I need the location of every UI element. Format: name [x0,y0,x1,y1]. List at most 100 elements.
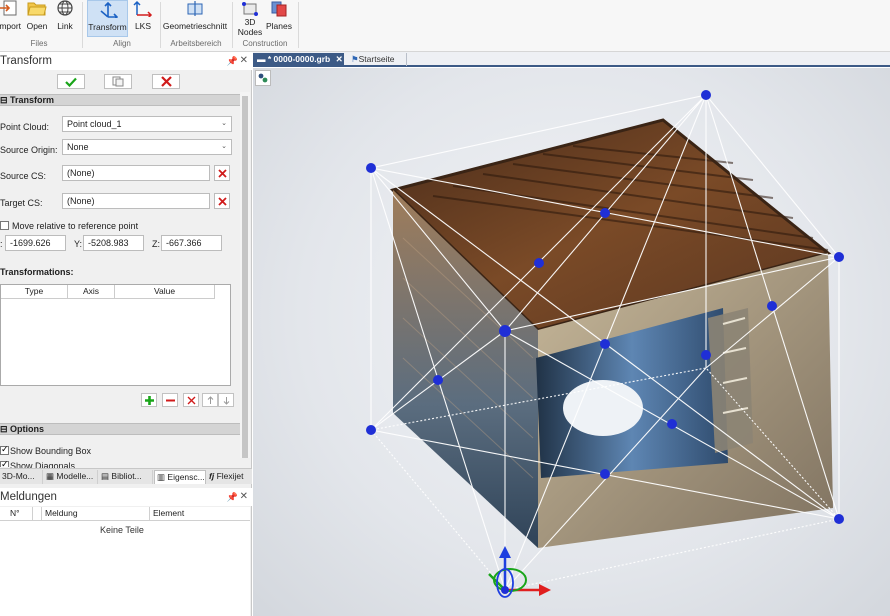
close-icon[interactable]: ✕ [240,488,248,506]
target-cs-label: Target CS: [0,198,43,208]
collapse-icon: ⊟ [0,95,11,105]
geometrieschnitt-button[interactable]: Geometrieschnitt [162,0,228,37]
column-meldung[interactable]: Meldung [42,507,150,521]
handle-mid-left [433,375,443,385]
tab-flexijet[interactable]: fj Flexijet [207,470,252,484]
copy-button[interactable] [104,74,132,89]
arrow-down-icon [223,396,229,405]
handle-bottom-right [667,419,677,429]
import-icon [0,0,17,16]
clear-target-cs-button[interactable] [214,193,230,209]
clear-source-cs-button[interactable] [214,165,230,181]
transform-section-header[interactable]: ⊟ Transform [0,94,240,106]
handle-top-right [834,252,844,262]
document-icon: ▬ [257,54,268,64]
tab-flexijet-label: Flexijet [216,471,244,481]
transformations-grid[interactable]: Type Axis Value [0,284,231,386]
show-diagonals-checkbox[interactable] [0,459,9,470]
transform-button[interactable]: Transform [87,0,128,37]
tab-startseite[interactable]: ⚑Startseite [347,53,407,66]
tab-document-grb[interactable]: ▬ * 0000-0000.grb ✕ [253,53,344,66]
tab-bibliothek[interactable]: ▤ Bibliot... [99,470,153,484]
remove-transformation-button[interactable] [162,393,178,407]
move-down-button[interactable] [218,393,234,407]
source-origin-select[interactable]: None ⌄ [62,139,232,155]
handle-mid-right [701,350,711,360]
grid-column-axis[interactable]: Axis [68,285,115,299]
y-value: -5208.983 [88,238,129,248]
show-bounding-box-checkbox[interactable] [0,444,9,455]
tab-modelle-label: Modelle... [56,471,94,481]
messages-panel-title: Meldungen [0,491,57,503]
ok-button[interactable] [57,74,85,89]
handle-mid-front [600,339,610,349]
left-panel: Transform 📌 ✕ ⊟ Transform Point Cloud: P… [0,52,252,616]
3d-nodes-button[interactable]: 3D Nodes [236,0,264,37]
document-tab-strip: ▬ * 0000-0000.grb ✕ ⚑Startseite [253,52,890,67]
grid-column-type[interactable]: Type [1,285,68,299]
tab-modelle[interactable]: ▦ Modelle... [44,470,98,484]
handle-edge-right [767,301,777,311]
handle-top-back [701,90,711,100]
close-icon[interactable]: ✕ [240,52,248,70]
point-cloud-select[interactable]: Point cloud_1 ⌄ [62,116,232,132]
tab-3d-models-label: 3D-Mo... [2,471,35,481]
arrow-up-icon [207,395,213,404]
z-label: Z: [152,239,160,249]
open-button[interactable]: Open [24,0,50,37]
source-cs-value: (None) [67,168,95,178]
x-value: -1699.626 [10,238,51,248]
transform-section-title: Transform [10,95,55,105]
source-origin-label: Source Origin: [0,145,58,155]
point-cloud-scene[interactable] [253,68,890,616]
cancel-button[interactable] [152,74,180,89]
messages-table[interactable]: N° Meldung Element Keine Teile [0,507,250,616]
add-transformation-button[interactable] [141,393,157,407]
tab-eigenschaften[interactable]: ▥ Eigensc... [154,470,206,484]
move-relative-checkbox[interactable] [0,221,9,230]
column-number[interactable]: N° [0,507,33,521]
import-label: Import [0,21,22,31]
3d-viewport[interactable] [253,68,890,616]
collapse-icon: ⊟ [0,424,11,434]
target-cs-value: (None) [67,196,95,206]
close-tab-icon[interactable]: ✕ [336,54,343,64]
tab-bibliothek-label: Bibliot... [111,471,142,481]
x-field[interactable]: -1699.626 [5,235,66,251]
z-field[interactable]: -667.366 [161,235,222,251]
show-bounding-box-label: Show Bounding Box [10,446,92,456]
planes-button[interactable]: Planes [265,0,293,37]
link-button[interactable]: Link [52,0,78,37]
column-element[interactable]: Element [150,507,250,521]
panel-scrollbar[interactable] [240,92,250,458]
handle-bottom-mid [600,469,610,479]
globe-icon [57,0,73,16]
lks-button[interactable]: LKS [130,0,156,37]
flexijet-icon: fj [209,471,217,481]
y-field[interactable]: -5208.983 [83,235,144,251]
source-cs-field[interactable]: (None) [62,165,210,181]
transform-panel-title: Transform [0,55,52,67]
properties-icon: ▥ [157,472,168,482]
transform-label: Transform [88,22,127,32]
grid-column-value[interactable]: Value [115,285,215,299]
pin-icon[interactable]: 📌 [227,52,238,70]
files-group-label: Files [30,39,48,48]
planes-label: Planes [266,21,292,31]
empty-table-message: Keine Teile [100,525,144,535]
options-section-header[interactable]: ⊟ Options [0,423,240,435]
tab-startseite-label: Startseite [358,54,395,64]
delete-all-transformations-button[interactable] [183,393,199,407]
import-button[interactable]: Import [0,0,22,37]
target-cs-field[interactable]: (None) [62,193,210,209]
ribbon: Import Open Link Transform LKS [0,0,890,52]
move-up-button[interactable] [202,393,218,407]
tab-3d-models[interactable]: 3D-Mo... [0,470,43,484]
pin-icon[interactable]: 📌 [227,488,238,506]
transform-panel-header: Transform 📌 ✕ [0,52,252,70]
move-relative-label: Move relative to reference point [12,221,139,231]
scrollbar-thumb[interactable] [242,96,248,458]
messages-panel-header: Meldungen 📌 ✕ [0,488,252,506]
minus-icon [165,399,175,401]
3d-nodes-label-line1: 3D [244,17,256,27]
